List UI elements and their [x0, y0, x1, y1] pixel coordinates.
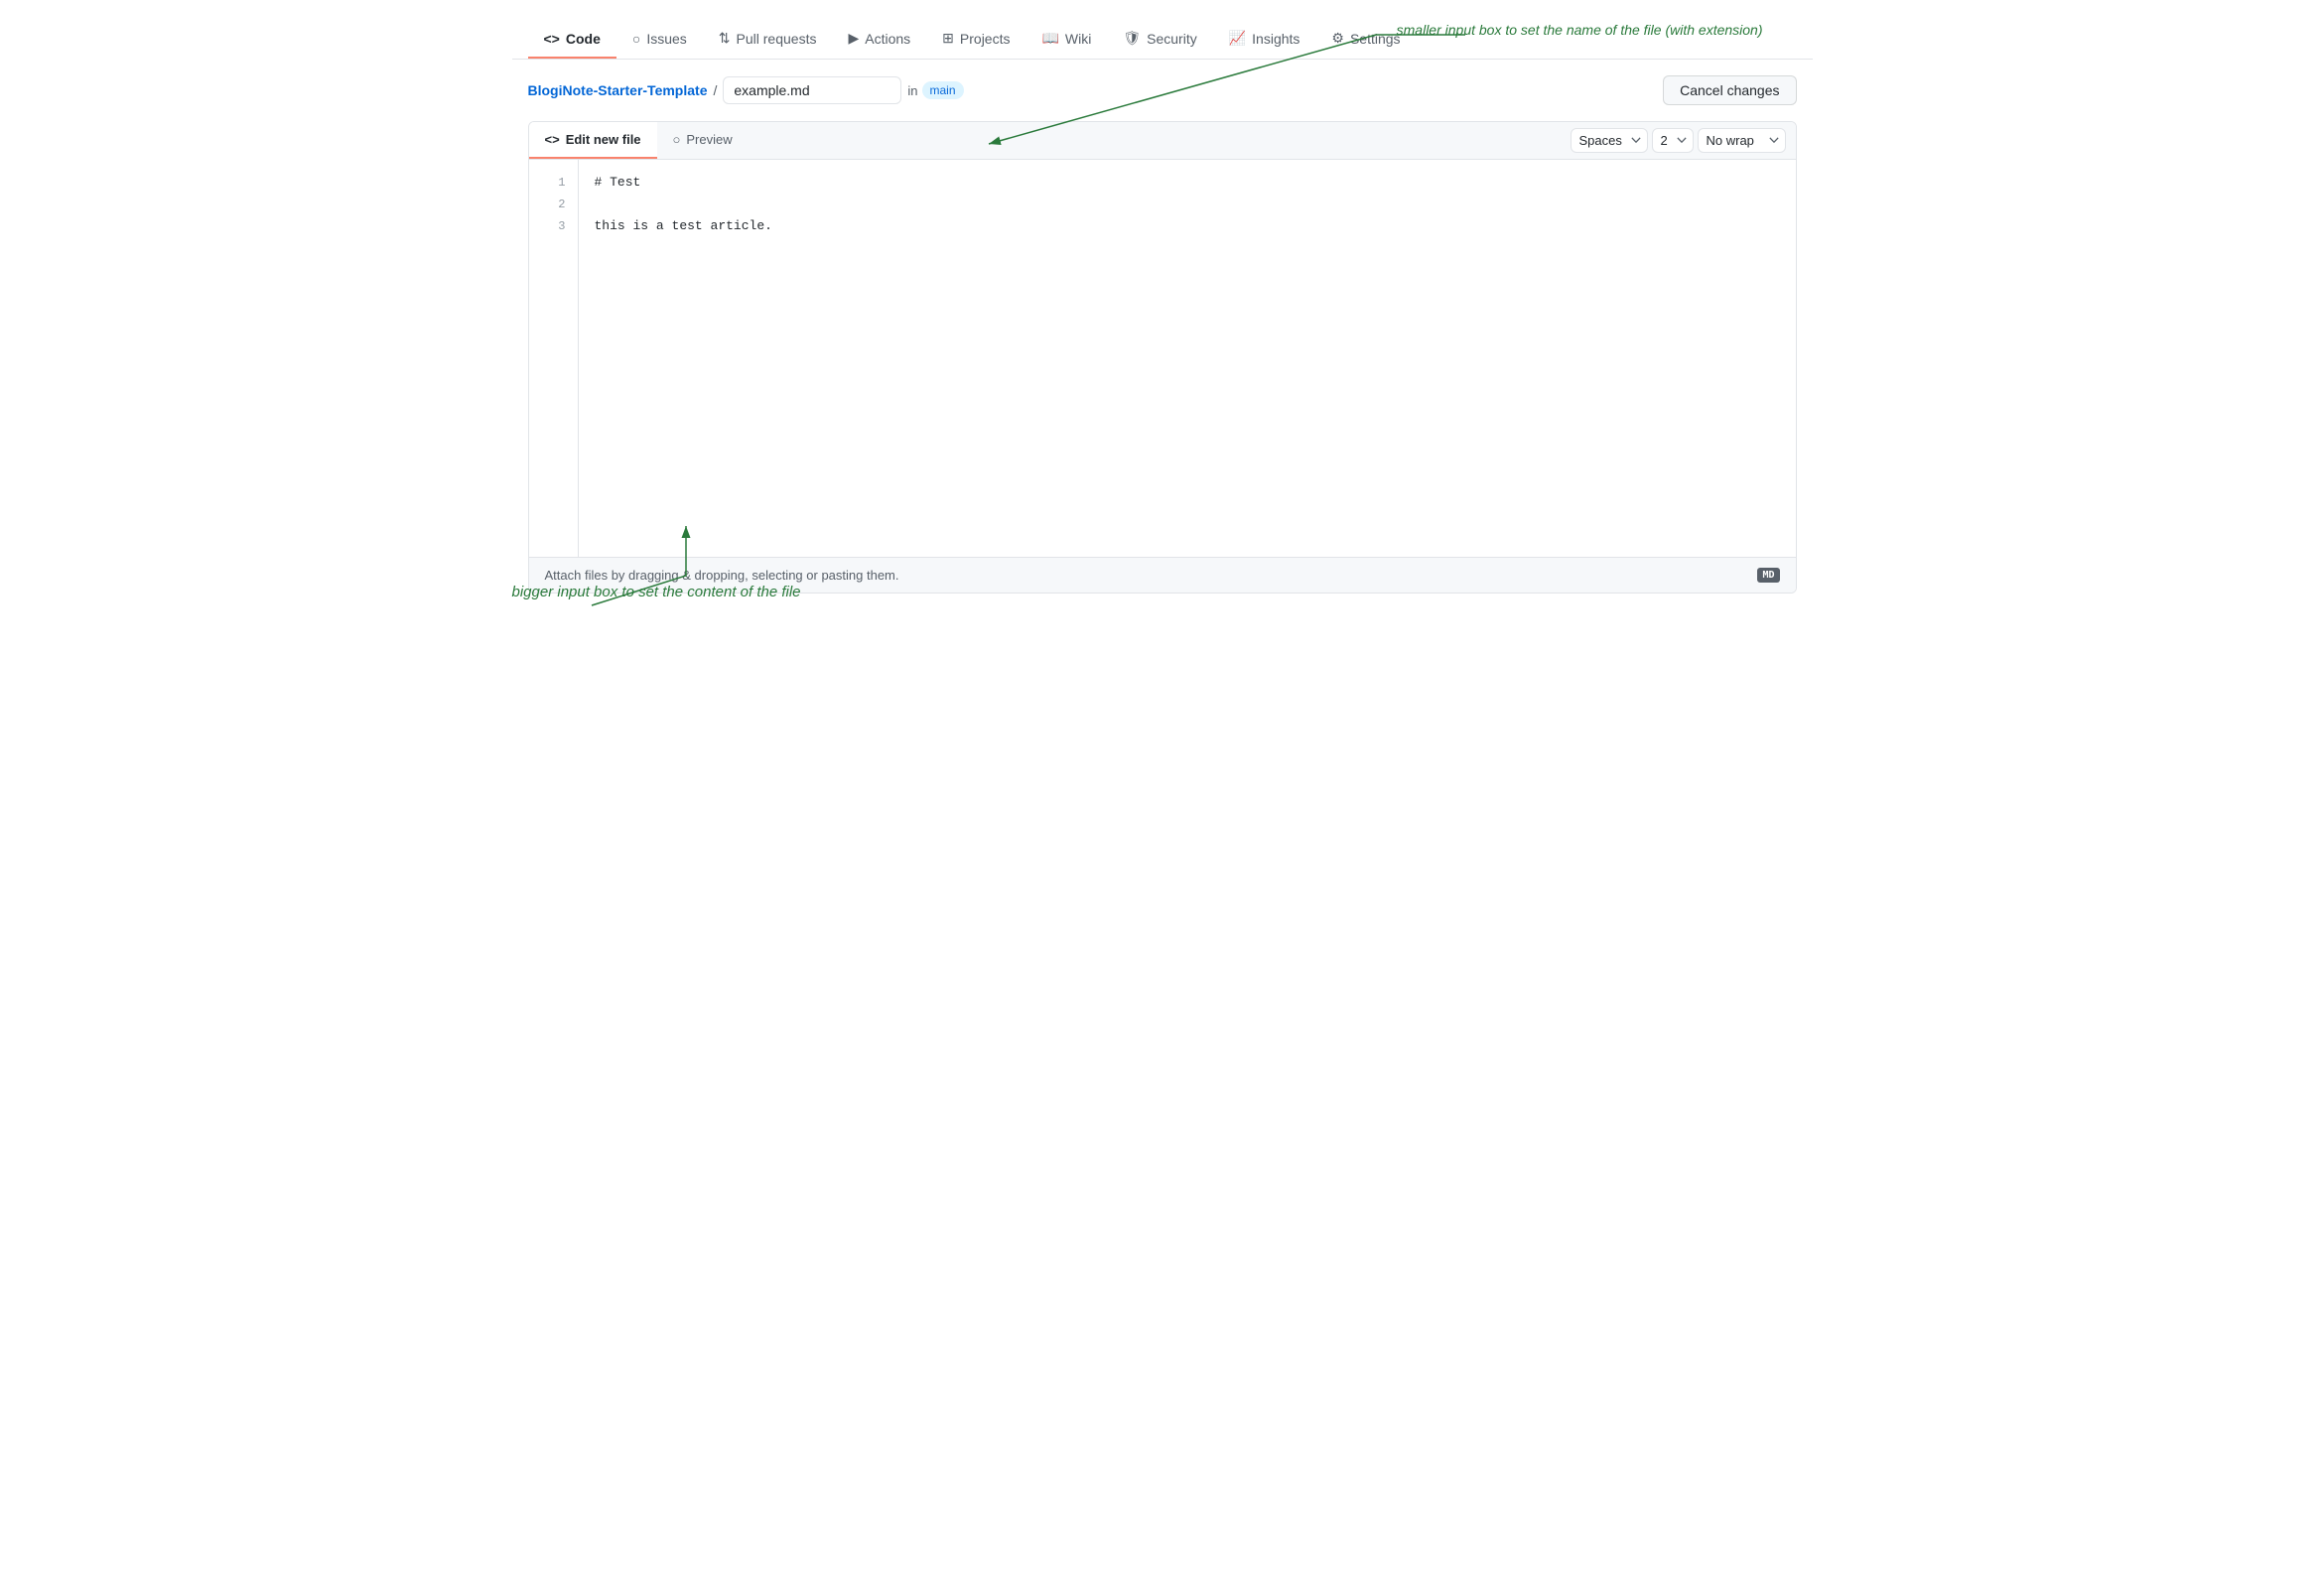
- tab-edit-new-file[interactable]: <> Edit new file: [529, 122, 657, 159]
- tab-preview[interactable]: ○ Preview: [657, 122, 749, 159]
- editor-container: <> Edit new file ○ Preview Spaces Tabs 2…: [528, 121, 1797, 594]
- pull-requests-icon: ⇅: [719, 30, 731, 47]
- filename-input[interactable]: [723, 76, 901, 104]
- file-drop-text: Attach files by dragging & dropping, sel…: [545, 568, 899, 583]
- wiki-icon: 📖: [1041, 30, 1058, 47]
- nav-tab-security[interactable]: 🛡 Security: [1107, 20, 1212, 59]
- code-editor[interactable]: # Test this is a test article.: [579, 160, 1796, 557]
- branch-badge: main: [922, 81, 964, 99]
- nav-tab-insights[interactable]: 📈 Insights: [1213, 20, 1316, 59]
- editor-tabs: <> Edit new file ○ Preview: [529, 122, 749, 159]
- breadcrumb-separator: /: [713, 82, 717, 98]
- security-icon: 🛡: [1123, 30, 1141, 47]
- code-icon: <>: [544, 31, 560, 47]
- repo-link[interactable]: BlogiNote-Starter-Template: [528, 82, 708, 98]
- nav-tab-settings[interactable]: ⚙ Settings: [1315, 20, 1416, 59]
- issues-icon: ○: [632, 31, 640, 47]
- line-numbers: 1 2 3: [529, 160, 579, 557]
- settings-icon: ⚙: [1331, 30, 1344, 47]
- editor-toolbar: <> Edit new file ○ Preview Spaces Tabs 2…: [529, 122, 1796, 160]
- preview-icon: ○: [673, 132, 681, 147]
- breadcrumb-area: BlogiNote-Starter-Template / in main Can…: [512, 60, 1813, 121]
- md-icon: MD: [1757, 568, 1779, 583]
- file-drop-area: Attach files by dragging & dropping, sel…: [529, 557, 1796, 593]
- branch-label: in main: [907, 81, 963, 99]
- wrap-select[interactable]: No wrap Soft wrap: [1698, 128, 1786, 153]
- actions-icon: ▶: [848, 30, 859, 47]
- nav-tab-wiki[interactable]: 📖 Wiki: [1025, 20, 1107, 59]
- line-number-1: 1: [529, 172, 578, 194]
- code-area: 1 2 3 # Test this is a test article.: [529, 160, 1796, 557]
- nav-tab-projects[interactable]: ⊞ Projects: [926, 20, 1025, 59]
- insights-icon: 📈: [1229, 30, 1246, 47]
- line-number-3: 3: [529, 215, 578, 237]
- projects-icon: ⊞: [942, 30, 954, 47]
- line-number-2: 2: [529, 194, 578, 215]
- cancel-changes-button[interactable]: Cancel changes: [1663, 75, 1796, 105]
- nav-tab-issues[interactable]: ○ Issues: [616, 21, 703, 59]
- indent-select[interactable]: 2 4 8: [1652, 128, 1694, 153]
- nav-tab-pull-requests[interactable]: ⇅ Pull requests: [703, 20, 833, 59]
- repo-nav: <> Code ○ Issues ⇅ Pull requests ▶ Actio…: [512, 20, 1813, 60]
- breadcrumb-left: BlogiNote-Starter-Template / in main: [528, 76, 964, 104]
- spaces-select[interactable]: Spaces Tabs: [1571, 128, 1648, 153]
- nav-tab-code[interactable]: <> Code: [528, 21, 616, 59]
- edit-icon: <>: [545, 132, 560, 147]
- editor-controls: Spaces Tabs 2 4 8 No wrap Soft wrap: [1561, 128, 1796, 153]
- nav-tab-actions[interactable]: ▶ Actions: [832, 20, 926, 59]
